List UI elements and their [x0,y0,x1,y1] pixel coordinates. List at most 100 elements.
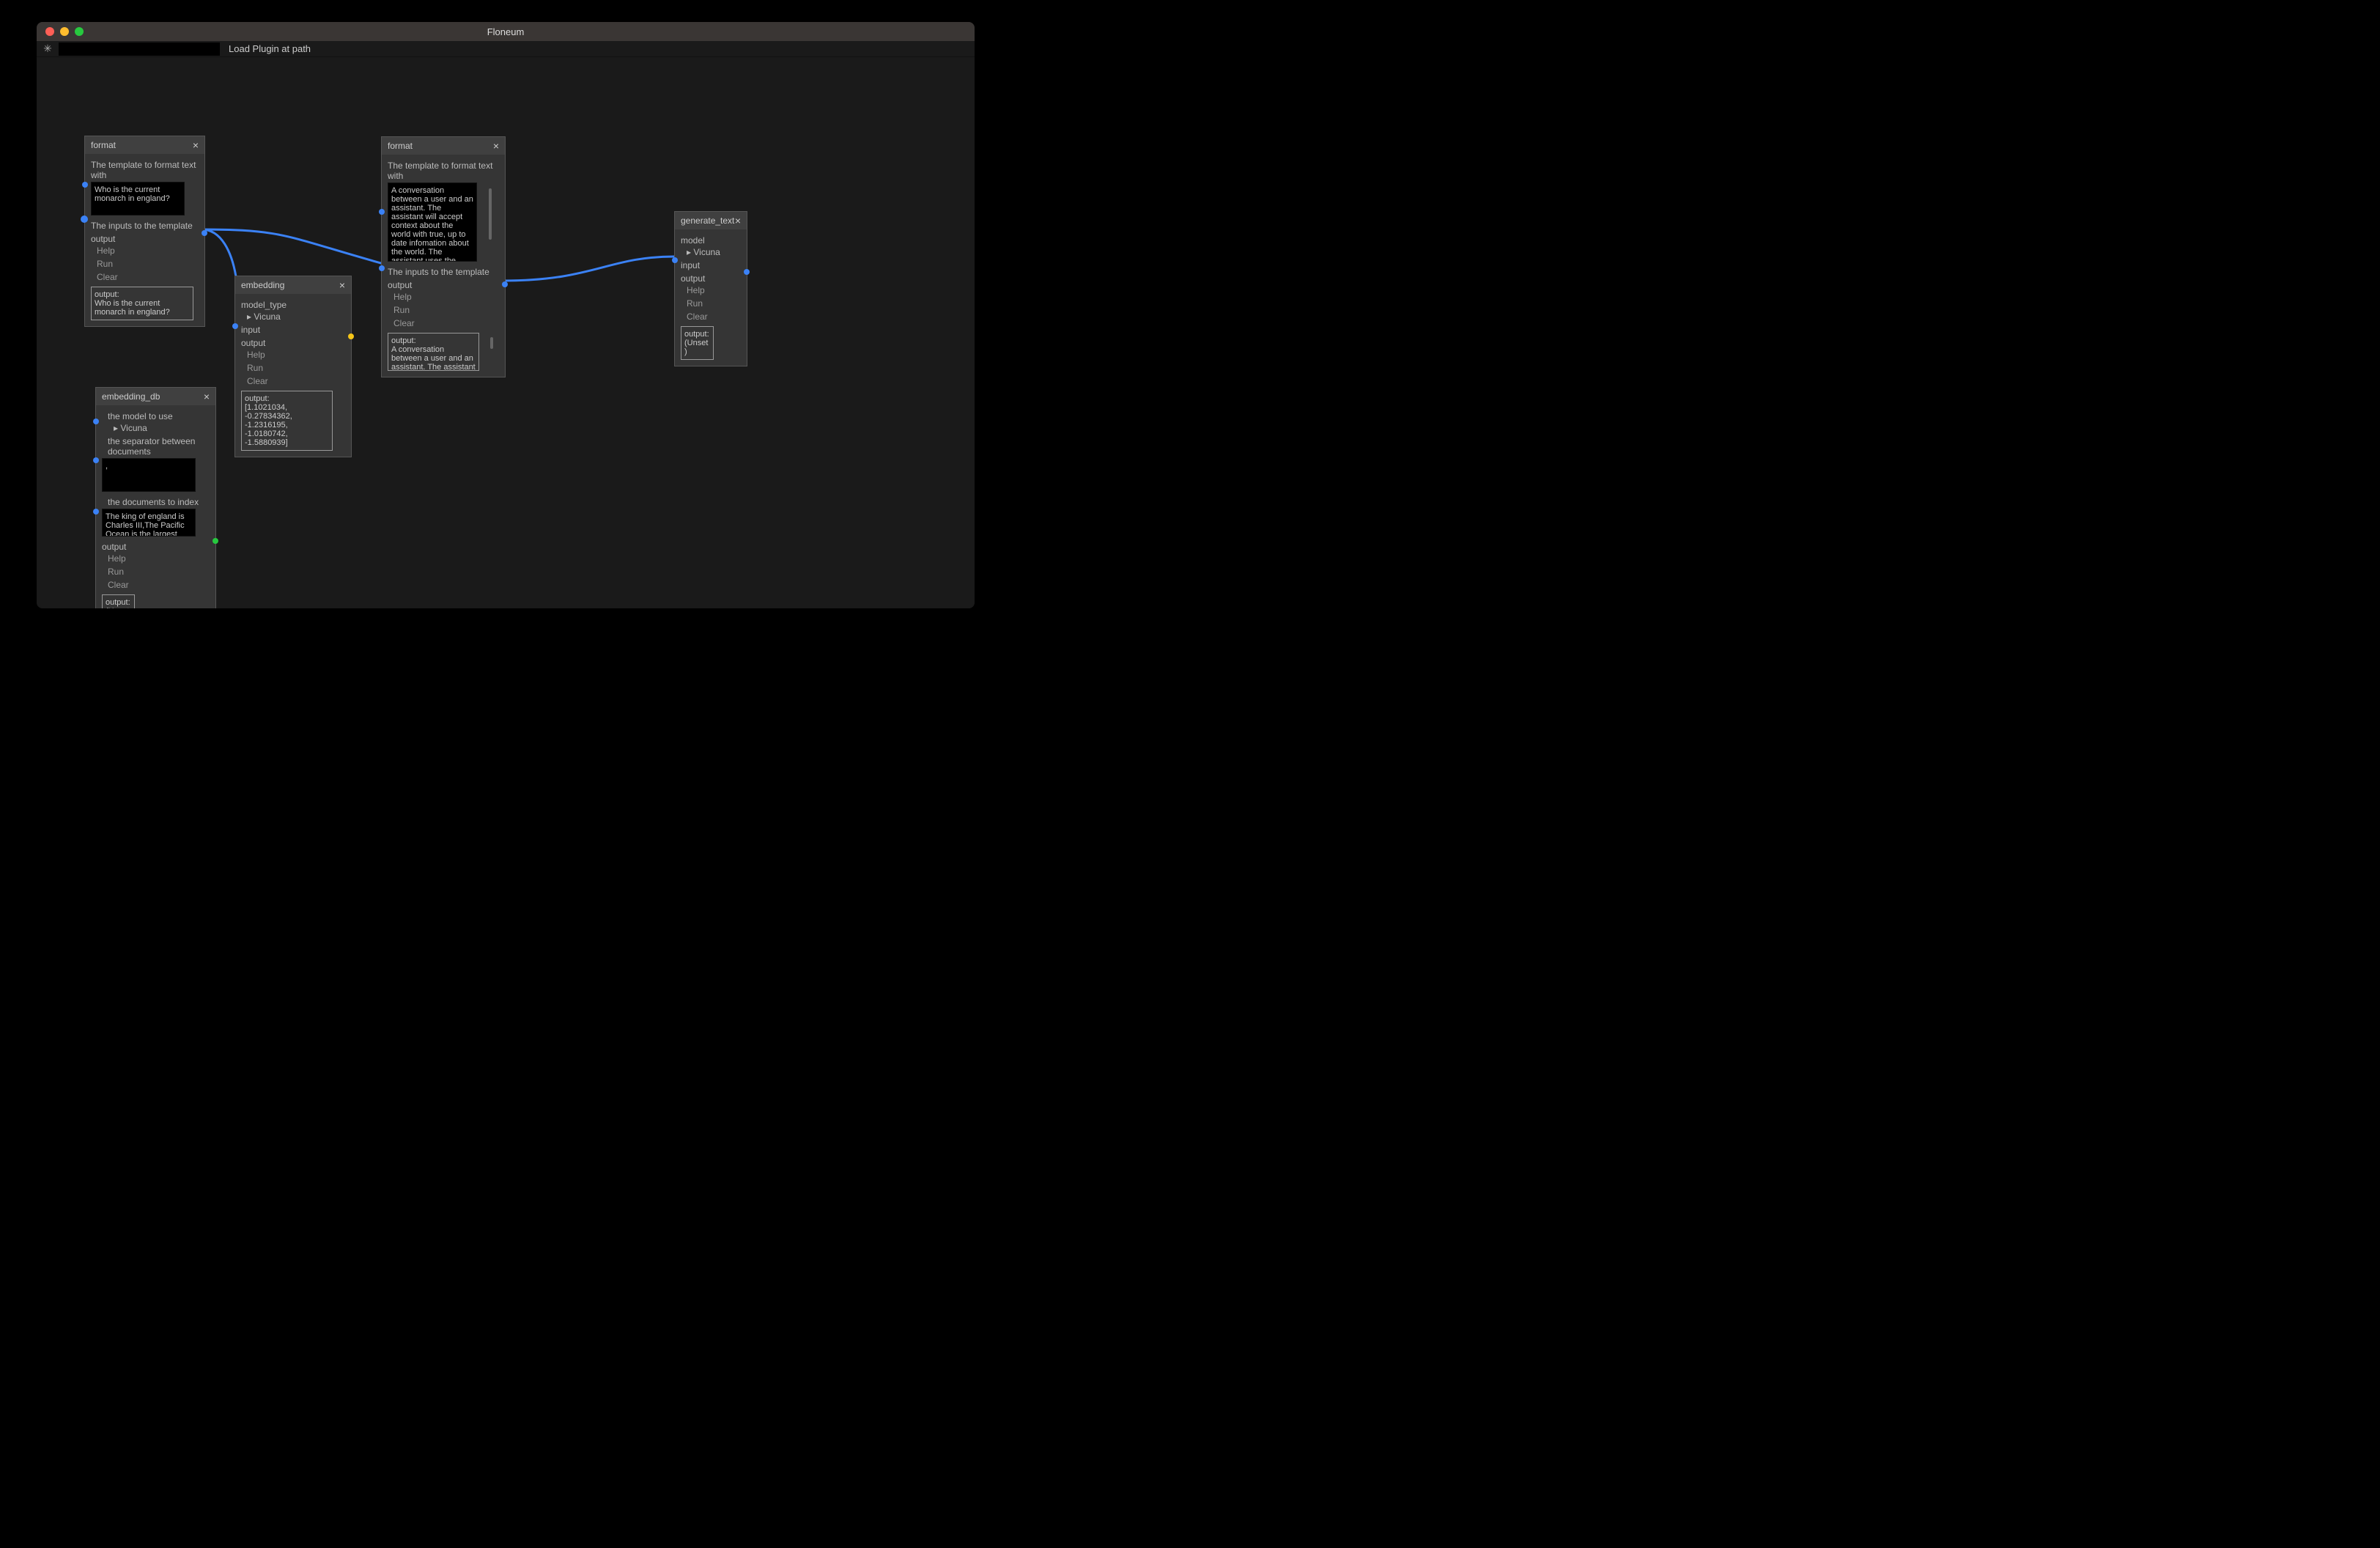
output-box: output: (Unset) [102,594,135,608]
run-button[interactable]: Run [681,297,703,310]
help-button[interactable]: Help [91,244,115,257]
port-input[interactable] [81,215,88,223]
node-body: model ▸ Vicuna input output Help Run Cle… [675,229,747,366]
inputs-label: The inputs to the template [388,267,499,277]
port-input[interactable] [93,419,99,424]
model-label: model [681,235,741,246]
titlebar[interactable]: Floneum [37,22,975,41]
node-embedding-db[interactable]: embedding_db × the model to use ▸ Vicuna… [95,387,216,608]
port-input[interactable] [82,182,88,188]
traffic-lights [37,27,84,36]
model-type-label: model_type [241,300,345,310]
chevron-right-icon: ▸ [687,247,691,257]
help-button[interactable]: Help [681,284,705,297]
separator-input[interactable] [102,458,196,492]
help-button[interactable]: Help [241,348,265,361]
model-value: Vicuna [254,312,280,322]
node-generate-text[interactable]: generate_text × model ▸ Vicuna input out… [674,211,747,366]
node-title: embedding_db [102,391,160,402]
output-text: A conversation between a user and an ass… [391,345,476,371]
output-text: [1.1021034, -0.27834362, -1.2316195, -1.… [245,403,292,447]
output-box: output: [1.1021034, -0.27834362, -1.2316… [241,391,333,451]
clear-button[interactable]: Clear [241,375,268,388]
model-label: the model to use [102,411,210,421]
template-input[interactable] [388,183,477,262]
toolbar: ✳ Load Plugin at path [37,41,975,57]
node-canvas[interactable]: format × The template to format text wit… [37,57,975,608]
model-value: Vicuna [693,247,720,257]
node-body: The template to format text with The inp… [85,154,204,326]
close-icon[interactable]: × [493,140,499,152]
output-label: output [241,338,345,348]
clear-button[interactable]: Clear [388,317,415,330]
node-title: format [388,141,413,151]
output-text: (Unset) [106,607,129,608]
output-prefix: output: [106,598,130,607]
help-button[interactable]: Help [102,552,126,565]
star-icon[interactable]: ✳ [41,43,54,56]
node-format-1[interactable]: format × The template to format text wit… [84,136,205,327]
port-output[interactable] [348,333,354,339]
node-header[interactable]: format × [382,137,505,155]
node-header[interactable]: embedding × [235,276,351,294]
clear-button[interactable]: Clear [102,578,129,591]
template-label: The template to format text with [91,160,199,180]
close-icon[interactable]: × [204,391,210,402]
port-input[interactable] [672,257,678,263]
port-input[interactable] [93,457,99,463]
node-body: model_type ▸ Vicuna input output Help Ru… [235,294,351,457]
help-button[interactable]: Help [388,290,412,303]
scrollbar[interactable] [490,337,493,349]
node-title: format [91,140,116,150]
docs-label: the documents to index [102,497,210,507]
output-prefix: output: [684,330,709,339]
minimize-window-button[interactable] [60,27,69,36]
input-label: input [681,260,741,270]
plugin-path-input[interactable] [59,43,220,56]
close-icon[interactable]: × [193,139,199,151]
port-input[interactable] [379,209,385,215]
port-output[interactable] [202,230,207,236]
load-plugin-button[interactable]: Load Plugin at path [224,42,315,56]
node-header[interactable]: generate_text × [675,212,747,229]
port-input[interactable] [379,265,385,271]
output-text: (Unset) [684,339,708,356]
run-button[interactable]: Run [241,361,263,375]
close-icon[interactable]: × [339,279,345,291]
inputs-label: The inputs to the template [91,221,199,231]
chevron-right-icon: ▸ [114,423,118,433]
output-box: output: A conversation between a user an… [388,333,479,371]
port-output[interactable] [502,281,508,287]
output-text: Who is the current monarch in england? [95,299,170,317]
port-output[interactable] [744,269,750,275]
window-title: Floneum [487,26,525,37]
clear-button[interactable]: Clear [91,270,118,284]
output-label: output [681,273,741,284]
port-output[interactable] [212,538,218,544]
template-label: The template to format text with [388,161,499,181]
close-icon[interactable]: × [735,215,741,226]
output-prefix: output: [95,290,119,299]
close-window-button[interactable] [45,27,54,36]
app-window: Floneum ✳ Load Plugin at path format × T… [37,22,975,608]
port-input[interactable] [93,509,99,515]
docs-input[interactable] [102,509,196,537]
run-button[interactable]: Run [102,565,124,578]
clear-button[interactable]: Clear [681,310,708,323]
template-input[interactable] [91,182,185,215]
scrollbar[interactable] [489,188,492,240]
node-title: generate_text [681,215,734,226]
run-button[interactable]: Run [388,303,410,317]
node-embedding[interactable]: embedding × model_type ▸ Vicuna input ou… [234,276,352,457]
node-header[interactable]: embedding_db × [96,388,215,405]
model-dropdown[interactable]: ▸ Vicuna [681,247,741,257]
port-input[interactable] [232,323,238,329]
node-header[interactable]: format × [85,136,204,154]
node-body: The template to format text with The inp… [382,155,505,377]
model-dropdown[interactable]: ▸ Vicuna [102,423,210,433]
maximize-window-button[interactable] [75,27,84,36]
run-button[interactable]: Run [91,257,113,270]
model-dropdown[interactable]: ▸ Vicuna [241,312,345,322]
output-label: output [91,234,199,244]
node-format-2[interactable]: format × The template to format text wit… [381,136,506,377]
